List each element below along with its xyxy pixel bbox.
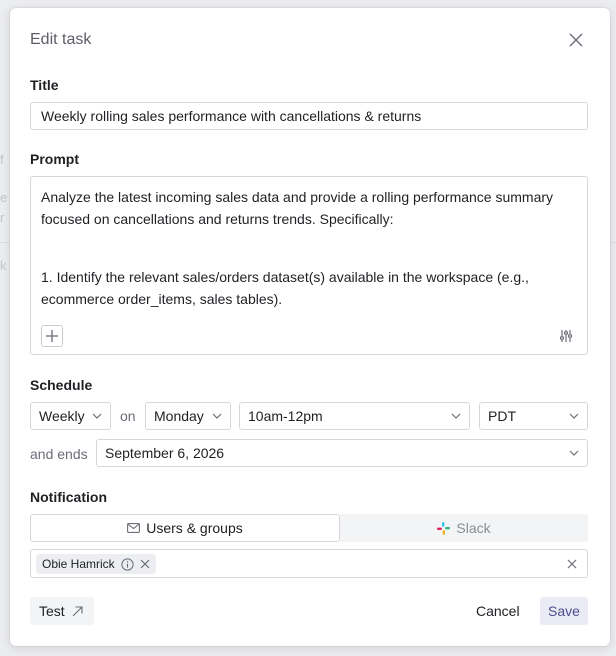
tab-users-groups[interactable]: Users & groups [30,514,340,542]
prompt-text[interactable]: Analyze the latest incoming sales data a… [41,186,571,310]
background-fragment: e [0,190,8,205]
frequency-value: Weekly [39,408,85,424]
add-attachment-button[interactable] [41,325,63,347]
day-value: Monday [154,408,204,424]
prompt-blank-line [41,230,571,266]
save-button[interactable]: Save [540,597,588,625]
info-icon[interactable] [121,557,134,571]
recipients-input[interactable]: Obie Hamrick [30,549,588,578]
notification-label: Notification [30,489,107,505]
time-select[interactable]: 10am-12pm [239,402,470,430]
background-divider [0,242,10,243]
title-label: Title [30,77,59,93]
close-icon[interactable] [566,30,586,50]
title-input[interactable]: Weekly rolling sales performance with ca… [30,102,588,130]
external-arrow-icon [72,606,83,617]
timezone-value: PDT [488,408,516,424]
tab-slack[interactable]: Slack [340,514,588,542]
clear-recipients-icon[interactable] [567,559,577,569]
remove-recipient-icon[interactable] [140,559,150,569]
chevron-down-icon [451,413,461,419]
timezone-select[interactable]: PDT [479,402,588,430]
background-fragment: f [0,152,4,167]
prompt-label: Prompt [30,151,79,167]
background-fragment: k [0,258,7,273]
chevron-down-icon [212,413,222,419]
schedule-label: Schedule [30,377,93,393]
mail-icon [127,523,141,533]
frequency-select[interactable]: Weekly [30,402,111,430]
cancel-button[interactable]: Cancel [476,597,520,625]
plus-icon [46,330,58,342]
end-date-value: September 6, 2026 [105,445,225,461]
prompt-paragraph: 1. Identify the relevant sales/orders da… [41,269,529,307]
prompt-editor[interactable]: Analyze the latest incoming sales data a… [30,176,588,355]
chevron-down-icon [569,413,579,419]
test-button[interactable]: Test [30,597,94,625]
edit-task-dialog: Edit task Title Weekly rolling sales per… [10,8,610,646]
time-value: 10am-12pm [248,408,323,424]
ends-text: and ends [30,446,88,462]
end-date-select[interactable]: September 6, 2026 [96,439,588,467]
tab-slack-label: Slack [456,520,491,536]
test-button-label: Test [39,603,65,619]
on-text: on [120,408,136,424]
tune-icon[interactable] [559,329,573,343]
prompt-paragraph: Analyze the latest incoming sales data a… [41,189,554,227]
recipient-chip: Obie Hamrick [36,554,156,574]
background-fragment: r [0,210,5,225]
slack-icon [437,521,451,535]
chevron-down-icon [569,450,579,456]
day-select[interactable]: Monday [145,402,231,430]
dialog-title: Edit task [30,31,92,48]
chevron-down-icon [92,413,102,419]
recipient-name: Obie Hamrick [42,557,115,571]
tab-users-groups-label: Users & groups [146,520,243,536]
